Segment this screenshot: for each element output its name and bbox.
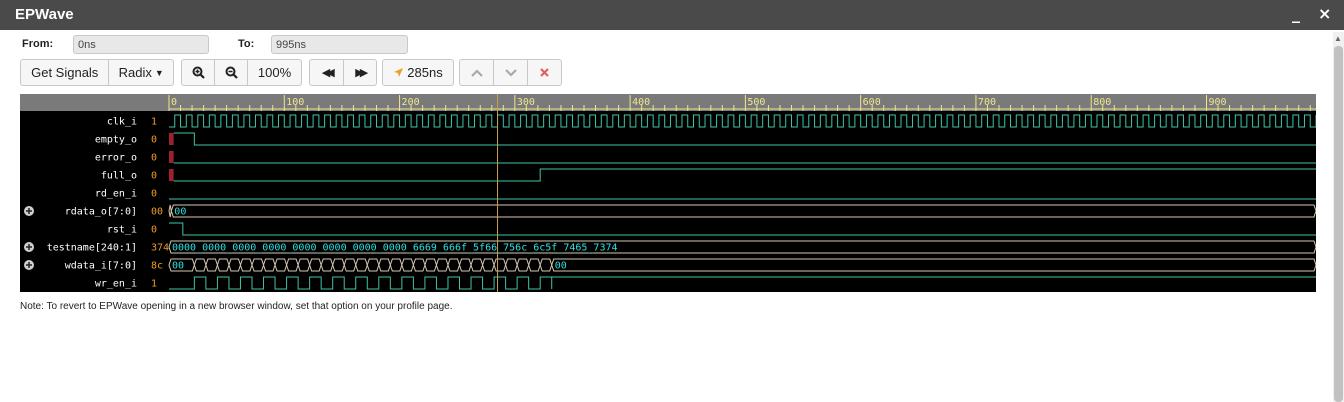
next-edge-button[interactable]: ▶▶	[344, 60, 377, 85]
scroll-up-icon: ▲	[1334, 34, 1342, 43]
signal-value: 8c	[151, 261, 163, 272]
ruler-tick-label: 0	[171, 97, 177, 108]
ruler-tick-label: 400	[632, 97, 650, 108]
ruler-tick-label: 800	[1093, 97, 1111, 108]
chevron-down-icon	[504, 68, 517, 77]
previous-edge-button[interactable]: ◀◀	[310, 60, 344, 85]
bus-value: 0000_0000_0000_0000_0000_0000_0000_0000_…	[172, 243, 618, 254]
signal-name: full_o	[101, 171, 137, 182]
zoom-in-button[interactable]	[182, 60, 215, 85]
radix-dropdown[interactable]: Radix ▼	[109, 60, 173, 85]
signal-name: clk_i	[107, 117, 137, 128]
signal-value: 0	[151, 171, 157, 182]
waveform-viewer[interactable]: 0 100 200 300 400 500 600 700 800 900clk_i 1empty_…	[20, 94, 1316, 292]
zoom-in-icon	[192, 66, 205, 79]
signal-value: 0	[151, 225, 157, 236]
waveform-canvas	[20, 111, 1316, 292]
close-button[interactable]: ×	[1318, 4, 1331, 23]
marker-group	[459, 59, 562, 86]
move-up-button[interactable]	[460, 60, 494, 85]
signal-value: 374	[151, 243, 169, 254]
to-label: To:	[238, 38, 255, 50]
unknown-state	[169, 133, 174, 145]
bus-value: 00	[555, 261, 567, 272]
minimize-button[interactable]: _	[1292, 4, 1300, 23]
move-down-button[interactable]	[494, 60, 528, 85]
cursor-group: 285ns	[382, 59, 454, 86]
signal-value: 1	[151, 117, 157, 128]
unknown-state	[169, 151, 174, 163]
ruler-tick-label: 200	[402, 97, 420, 108]
chevron-up-icon	[470, 68, 483, 77]
signal-value: 00	[151, 207, 163, 218]
location-arrow-icon	[394, 68, 404, 77]
unknown-state	[169, 169, 174, 181]
signal-name: empty_o	[95, 135, 137, 146]
signals-group: Get Signals Radix ▼	[20, 59, 174, 86]
signal-value: 0	[151, 135, 157, 146]
signal-value: 1	[151, 279, 157, 290]
window-title: EPWave	[15, 6, 74, 23]
bus-value: 00	[174, 207, 186, 218]
revert-note: Note: To revert to EPWave opening in a n…	[20, 301, 453, 312]
cursor-time-button[interactable]: 285ns	[383, 60, 453, 85]
vertical-scrollbar[interactable]: ▲	[1333, 32, 1344, 402]
from-input[interactable]: 0ns	[73, 35, 209, 54]
from-label: From:	[22, 38, 54, 50]
ruler-tick-label: 100	[286, 97, 304, 108]
ruler-tick-label: 600	[863, 97, 881, 108]
signal-name: rdata_o[7:0]	[65, 207, 137, 218]
remove-signal-button[interactable]	[528, 60, 561, 85]
bus-value: 00	[172, 261, 184, 272]
radix-label: Radix	[118, 65, 152, 80]
caret-down-icon: ▼	[154, 67, 164, 78]
remove-icon	[540, 68, 549, 77]
zoom-group: 100%	[181, 59, 302, 86]
signal-name: rd_en_i	[95, 189, 137, 200]
timeline-ruler	[20, 94, 1316, 111]
signal-name: error_o	[95, 153, 137, 164]
fast-forward-icon: ▶▶	[355, 67, 368, 79]
ruler-tick-label: 700	[978, 97, 996, 108]
get-signals-button[interactable]: Get Signals	[21, 60, 110, 85]
to-input[interactable]: 995ns	[271, 35, 408, 54]
zoom-out-icon	[225, 66, 238, 79]
ruler-tick-label: 500	[747, 97, 765, 108]
signal-name: wdata_i[7:0]	[65, 261, 137, 272]
navigation-group: ◀◀ ▶▶	[309, 59, 377, 86]
scrollbar-thumb[interactable]	[1334, 46, 1343, 402]
fast-backward-icon: ◀◀	[321, 67, 335, 79]
signal-name: rst_i	[107, 225, 137, 236]
signal-value: 0	[151, 153, 157, 164]
zoom-fit-button[interactable]: 100%	[248, 60, 301, 85]
ruler-tick-label: 900	[1208, 97, 1226, 108]
ruler-tick-label: 300	[517, 97, 535, 108]
title-bar: EPWave _ ×	[0, 0, 1344, 30]
signal-value: 0	[151, 189, 157, 200]
cursor-time: 285ns	[407, 65, 443, 80]
zoom-out-button[interactable]	[215, 60, 248, 85]
signal-name: testname[240:1]	[47, 243, 137, 254]
signal-name: wr_en_i	[95, 279, 137, 290]
